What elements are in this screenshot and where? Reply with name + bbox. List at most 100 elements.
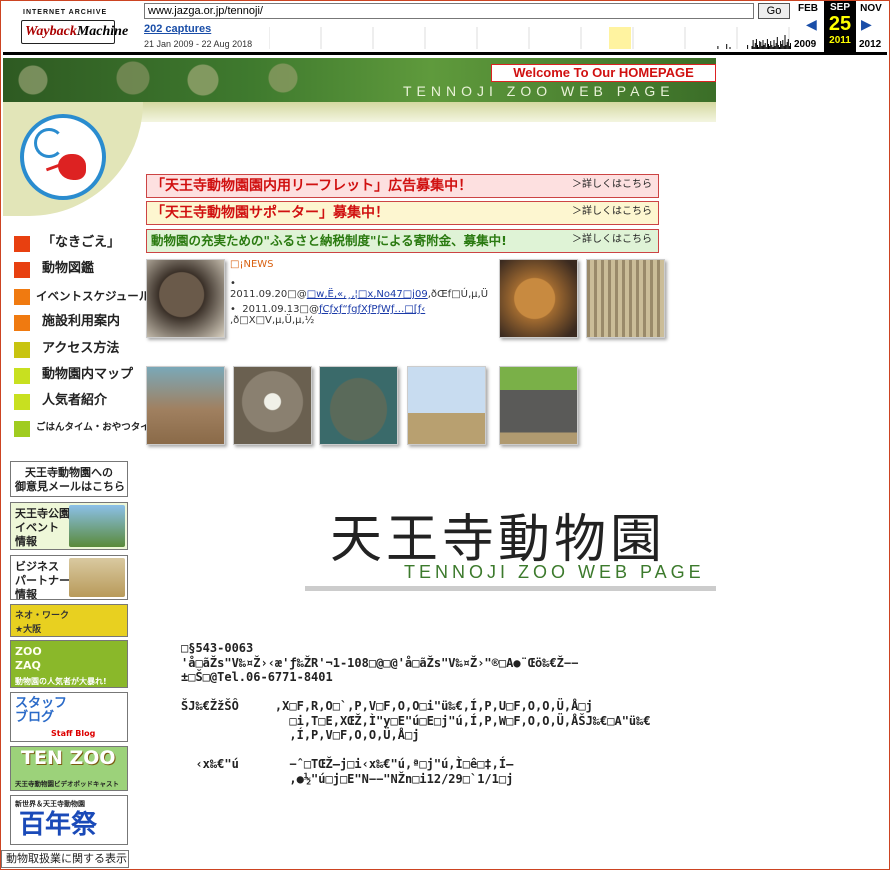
prev-arrow-icon[interactable]: ◀: [806, 17, 817, 33]
capture-sparkline[interactable]: [269, 21, 791, 49]
furusato-more[interactable]: ＞詳しくはこちら: [572, 230, 652, 245]
zoo-zaq-button[interactable]: ZOO ZAQ 動物園の人気者が大暴れ!: [10, 640, 128, 688]
feedback-mail-button[interactable]: 天王寺動物園への 御意見メールはこちら: [10, 461, 128, 497]
news-section: □¡NEWS • 2011.09.20□@□w‚Ë‚«‚¸‚¦□x‚No47□j…: [230, 259, 495, 326]
capture-bar: [726, 44, 728, 49]
nav-bullet-icon: [14, 262, 30, 279]
logo-archive-text: INTERNET ARCHIVE: [23, 9, 108, 16]
zoo-logo-icon[interactable]: [20, 114, 106, 200]
tenzoo-podcast-button[interactable]: TEN ZOO 天王寺動物園ビデオポッドキャスト: [10, 746, 128, 791]
capture-bar: [766, 39, 768, 49]
capture-bar: [787, 39, 789, 49]
capture-bar: [770, 41, 772, 49]
neo-work-osaka-button[interactable]: ネオ・ワーク ★大阪: [10, 604, 128, 637]
address-block: □§543-0063 'å□ãŽs"V‰¤Ž›‹æ'ƒ‰ŽR'¬1-108□@□…: [181, 641, 651, 786]
nav-item-feeding[interactable]: ごはんタイム・おやつタイム: [12, 417, 159, 443]
nav-bullet-icon: [14, 236, 30, 252]
ad-leaflet-banner[interactable]: 「天王寺動物園園内用リーフレット」広告募集中！ ＞詳しくはこちら: [146, 174, 659, 198]
nav-item-popular[interactable]: 人気者紹介: [12, 390, 144, 416]
capture-range: 21 Jan 2009 - 22 Aug 2018: [144, 39, 253, 49]
capture-bar: [771, 45, 773, 49]
furusato-text: 動物園の充実ための"ふるさと納税制度"による寄附金、募集中!: [151, 233, 507, 248]
next-arrow-icon[interactable]: ▶: [861, 17, 872, 33]
capture-bar: [785, 45, 787, 49]
capture-bar: [774, 46, 776, 49]
supporter-text: 「天王寺動物園サポーター」募集中！: [151, 205, 389, 221]
capture-bar: [783, 46, 785, 49]
title-underline: [305, 586, 716, 591]
sea-lion-photo[interactable]: [146, 366, 225, 445]
giraffe-photo[interactable]: [407, 366, 486, 445]
capture-bar: [772, 47, 774, 49]
nav-item-zukan[interactable]: 動物図鑑: [12, 258, 144, 284]
animal-business-notice-link[interactable]: 動物取扱業に関する表示: [1, 850, 129, 868]
nav-item-access[interactable]: アクセス方法: [12, 338, 144, 364]
centennial-festival-button[interactable]: 新世界＆天王寺動物園 百年祭: [10, 795, 128, 845]
news-link-2[interactable]: ƒCƒxƒ“ƒgƒXƒPƒWƒ…□[ƒ‹: [319, 304, 425, 315]
hippo-photo[interactable]: [319, 366, 398, 445]
supporter-more[interactable]: ＞詳しくはこちら: [572, 202, 652, 217]
capture-bar: [790, 43, 791, 49]
business-partner-button[interactable]: ビジネス パートナー 情報: [10, 555, 128, 600]
capture-bar: [773, 40, 775, 49]
capture-bar: [754, 43, 756, 49]
news-item-1: 2011.09.20□@□w‚Ë‚«‚¸‚¦□x‚No47□j09,ðŒf□Ú‚…: [230, 289, 489, 300]
prev-month-label[interactable]: FEB: [793, 3, 823, 14]
park-events-button[interactable]: 天王寺公園 イベント 情報: [10, 502, 128, 550]
supporter-banner[interactable]: 「天王寺動物園サポーター」募集中！ ＞詳しくはこちら: [146, 201, 659, 225]
capture-bar: [786, 42, 788, 49]
go-button[interactable]: Go: [758, 3, 790, 19]
capture-bar: [781, 44, 783, 49]
nav-bullet-icon: [14, 420, 30, 437]
capture-bar: [753, 47, 755, 49]
staff-blog-button[interactable]: スタッフ ブログ Staff Blog: [10, 692, 128, 742]
current-month: SEP: [829, 2, 850, 13]
nav-bullet-icon: [14, 288, 30, 305]
capture-bar: [780, 41, 782, 49]
capture-bar: [747, 45, 749, 49]
bobcat-photo[interactable]: [499, 259, 578, 338]
nav-item-nakigoe[interactable]: 「なきごえ」: [12, 232, 144, 258]
capture-bar: [763, 45, 765, 49]
news-heading: □¡NEWS: [230, 259, 274, 270]
nav-item-facilities[interactable]: 施設利用案内: [12, 311, 144, 337]
next-year-label[interactable]: 2012: [859, 39, 881, 50]
capture-bar: [755, 39, 757, 49]
capture-bar: [729, 47, 731, 49]
ad-leaflet-text: 「天王寺動物園園内用リーフレット」広告募集中！: [151, 178, 473, 194]
header-banner: Welcome To Our HOMEPAGE TENNOJI ZOO WEB …: [3, 58, 716, 102]
capture-bar: [764, 43, 766, 49]
capture-bar: [752, 40, 754, 49]
prev-year-label[interactable]: 2009: [794, 39, 816, 50]
nav-bullet-icon: [14, 315, 30, 332]
capture-bar: [757, 45, 758, 49]
capture-bar: [784, 35, 786, 49]
ad-leaflet-more[interactable]: ＞詳しくはこちら: [572, 175, 652, 190]
news-link-1[interactable]: □w‚Ë‚«‚¸‚¦□x‚No47□j09: [307, 289, 428, 300]
elephant-illustration: [69, 558, 125, 597]
capture-bar: [717, 46, 719, 49]
wayback-logo[interactable]: INTERNET ARCHIVE WaybackMachine: [17, 6, 128, 48]
next-month-label[interactable]: NOV: [856, 3, 886, 14]
logo-wordmark: WaybackMachine: [21, 20, 128, 44]
current-day: 25: [828, 13, 852, 35]
crane-photo[interactable]: [586, 259, 665, 338]
elephant-photo[interactable]: [499, 366, 578, 445]
url-input[interactable]: www.jazga.or.jp/tennoji/: [144, 3, 754, 19]
capture-bar: [762, 40, 764, 49]
captures-link[interactable]: 202 captures: [144, 23, 211, 35]
capture-bar: [760, 42, 762, 49]
capture-bar: [758, 47, 760, 49]
nav-item-events[interactable]: イベントスケジュール: [12, 285, 150, 311]
capture-bar: [782, 40, 784, 49]
current-year: 2011: [829, 35, 851, 46]
lion-tailed-macaque-photo[interactable]: [146, 259, 225, 338]
current-year-highlight: [609, 27, 631, 49]
park-photo: [69, 505, 125, 547]
nav-bullet-icon: [14, 341, 30, 358]
nav-item-map[interactable]: 動物園内マップ: [12, 364, 144, 390]
animal-photos-strip: [3, 58, 323, 102]
furusato-tax-banner[interactable]: 動物園の充実ための"ふるさと納税制度"による寄附金、募集中! ＞詳しくはこちら: [146, 229, 659, 253]
nav-bullet-icon: [14, 394, 30, 411]
owl-photo[interactable]: [233, 366, 312, 445]
